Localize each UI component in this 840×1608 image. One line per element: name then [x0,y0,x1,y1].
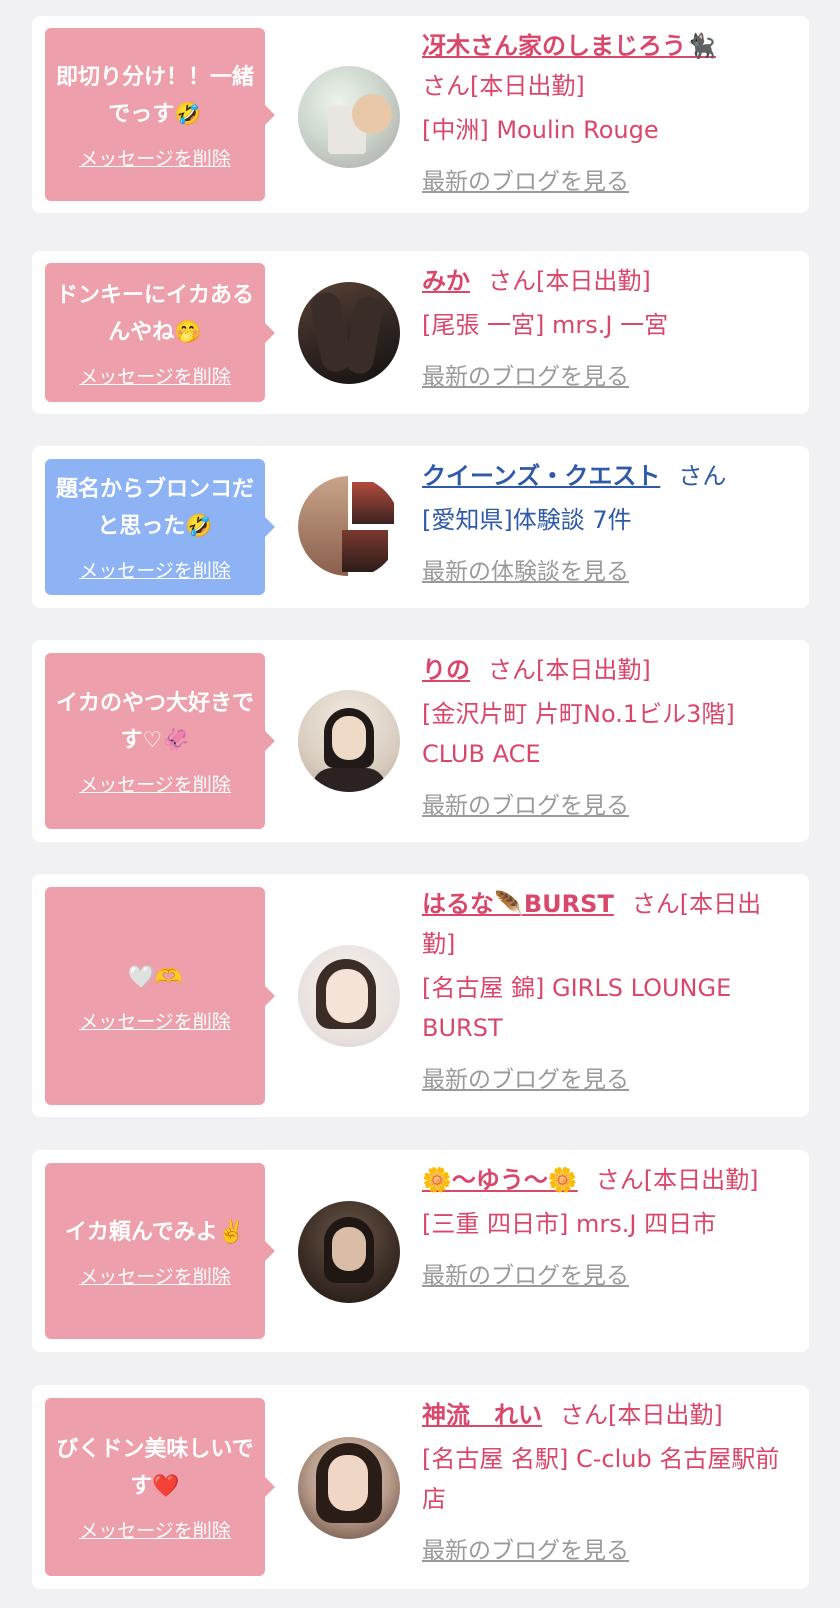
latest-blog-link[interactable]: 最新のブログを見る [422,162,794,202]
cast-name: はるな [422,890,494,918]
avatar[interactable] [298,66,400,168]
cast-info: 冴木さん家のしまじろう🐈‍⬛ さん[本日出勤] [中洲] Moulin Roug… [422,26,794,202]
delete-message-link[interactable]: メッセージを削除 [79,1516,231,1543]
latest-blog-link[interactable]: 最新のブログを見る [422,1060,794,1100]
message-bubble: ドンキーにイカあるんやね🤭 メッセージを削除 [45,263,275,402]
delete-message-link[interactable]: メッセージを削除 [79,362,231,389]
message-card: ドンキーにイカあるんやね🤭 メッセージを削除 みか さん[本日出勤] [尾張 一宮… [32,251,809,414]
avatar[interactable] [298,1201,400,1303]
cast-status: さん[本日出勤] [488,656,651,684]
message-text: 題名からブロンコだと思った🤣 [55,477,254,539]
shop-name: [金沢片町 片町No.1ビル3階] CLUB ACE [422,700,735,768]
delete-message-link[interactable]: メッセージを削除 [79,770,231,797]
cast-name-link[interactable]: 🌼〜ゆう〜🌼 [422,1166,578,1194]
cast-status: さん[本日出勤] [422,72,585,100]
review-count: [愛知県]体験談 7件 [422,506,632,534]
message-card: 🤍🫶 メッセージを削除 はるな🪶BURST さん[本日出勤] [名古屋 錦] GI… [32,874,809,1117]
avatar[interactable] [298,1437,400,1539]
cast-info: はるな🪶BURST さん[本日出勤] [名古屋 錦] GIRLS LOUNGE B… [422,884,794,1100]
cast-name-link[interactable]: 冴木さん家のしまじろう🐈‍⬛ [422,32,716,60]
avatar[interactable] [298,690,400,792]
cast-name-link[interactable]: はるな🪶BURST [422,890,614,918]
message-bubble: 即切り分け！！一緒でっす🤣 メッセージを削除 [45,28,275,201]
message-text: 🤍🫶 [127,964,183,990]
cast-info: クイーンズ・クエスト さん [愛知県]体験談 7件 最新の体験談を見る [422,456,794,592]
latest-blog-link[interactable]: 最新のブログを見る [422,786,794,826]
message-card: イカのやつ大好きです♡🦑 メッセージを削除 りの さん[本日出勤] [金沢片町 片… [32,640,809,842]
cast-info: 🌼〜ゆう〜🌼 さん[本日出勤] [三重 四日市] mrs.J 四日市 最新のブログ… [422,1160,794,1296]
cast-info: みか さん[本日出勤] [尾張 一宮] mrs.J 一宮 最新のブログを見る [422,261,794,397]
cast-status: さん [678,462,727,490]
latest-blog-link[interactable]: 最新のブログを見る [422,1531,794,1571]
cast-info: りの さん[本日出勤] [金沢片町 片町No.1ビル3階] CLUB ACE 最新… [422,650,794,826]
shop-name: [三重 四日市] mrs.J 四日市 [422,1210,717,1238]
message-card: びくドン美味しいです❤️ メッセージを削除 神流 れい さん[本日出勤] [名古屋… [32,1385,809,1589]
message-text: イカ頼んでみよ✌️ [64,1219,246,1245]
cast-name: 冴木さん家のしまじろう [422,32,686,60]
cast-status: さん[本日出勤] [488,267,651,295]
avatar[interactable] [298,282,400,384]
message-card: イカ頼んでみよ✌️ メッセージを削除 🌼〜ゆう〜🌼 さん[本日出勤] [三重 四日… [32,1150,809,1352]
message-bubble: イカ頼んでみよ✌️ メッセージを削除 [45,1163,275,1339]
flower-icon: 🌼 [422,1166,452,1194]
delete-message-link[interactable]: メッセージを削除 [79,1262,231,1289]
cast-name-link[interactable]: りの [422,656,470,684]
shop-name: [尾張 一宮] mrs.J 一宮 [422,311,669,339]
delete-message-link[interactable]: メッセージを削除 [79,144,231,171]
avatar[interactable] [298,945,400,1047]
cast-name: 〜ゆう〜 [451,1166,548,1194]
shop-review-link[interactable]: クイーンズ・クエスト [422,462,660,490]
message-bubble: びくドン美味しいです❤️ メッセージを削除 [45,1398,275,1576]
message-text: ドンキーにイカあるんやね🤭 [55,282,254,345]
latest-review-link[interactable]: 最新の体験談を見る [422,552,794,592]
message-bubble: 題名からブロンコだと思った🤣 メッセージを削除 [45,459,275,595]
cat-icon: 🐈‍⬛ [686,32,716,60]
feather-icon: 🪶 [494,890,524,918]
flower-icon: 🌼 [547,1166,578,1194]
shop-name: [中洲] Moulin Rouge [422,116,659,144]
message-card: 即切り分け！！一緒でっす🤣 メッセージを削除 冴木さん家のしまじろう🐈‍⬛ さん… [32,16,809,213]
message-text: イカのやつ大好きです♡🦑 [55,691,254,753]
message-text: びくドン美味しいです❤️ [56,1437,254,1499]
message-card: 題名からブロンコだと思った🤣 メッセージを削除 クイーンズ・クエスト さん [愛知… [32,446,809,608]
shop-name: [名古屋 名駅] C-club 名古屋駅前店 [422,1445,780,1513]
latest-blog-link[interactable]: 最新のブログを見る [422,1256,794,1296]
avatar[interactable] [298,476,400,578]
cast-status: さん[本日出勤] [560,1401,723,1429]
cast-status: さん[本日出勤] [595,1166,759,1194]
message-text: 即切り分け！！一緒でっす🤣 [55,64,254,127]
delete-message-link[interactable]: メッセージを削除 [79,556,231,583]
cast-name-link[interactable]: みか [422,267,470,295]
cast-info: 神流 れい さん[本日出勤] [名古屋 名駅] C-club 名古屋駅前店 最新の… [422,1395,794,1571]
message-bubble: イカのやつ大好きです♡🦑 メッセージを削除 [45,653,275,829]
cast-name-link[interactable]: 神流 れい [422,1401,542,1429]
message-bubble: 🤍🫶 メッセージを削除 [45,887,275,1105]
shop-name: [名古屋 錦] GIRLS LOUNGE BURST [422,974,732,1042]
latest-blog-link[interactable]: 最新のブログを見る [422,357,794,397]
cast-name-suffix: BURST [523,890,614,918]
delete-message-link[interactable]: メッセージを削除 [79,1007,231,1034]
